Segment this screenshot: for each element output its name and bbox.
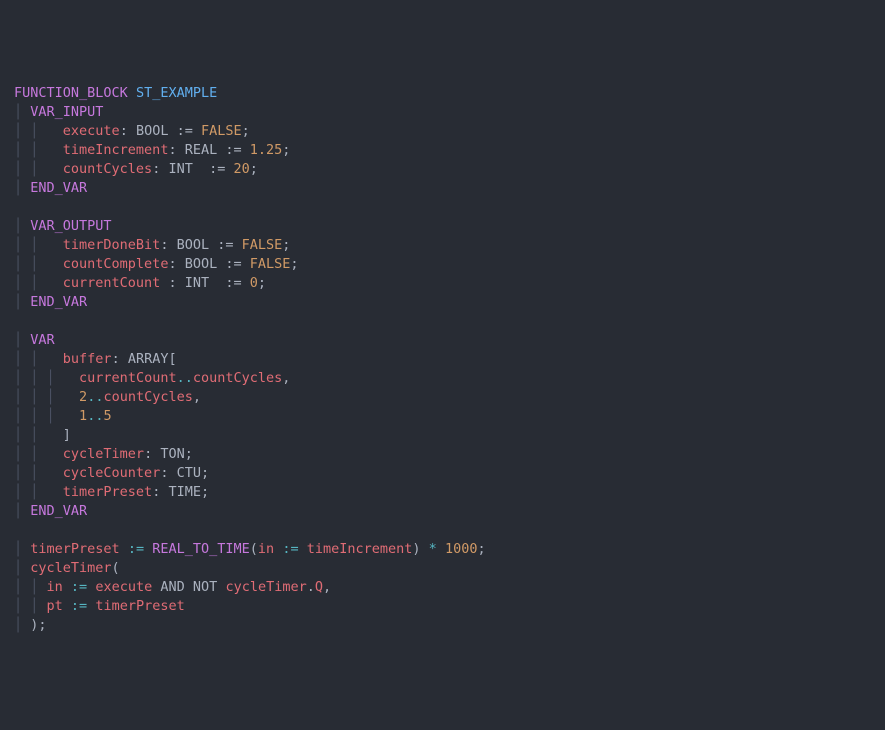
code-block: FUNCTION_BLOCK ST_EXAMPLE │ VAR_INPUT │ … xyxy=(14,84,885,635)
